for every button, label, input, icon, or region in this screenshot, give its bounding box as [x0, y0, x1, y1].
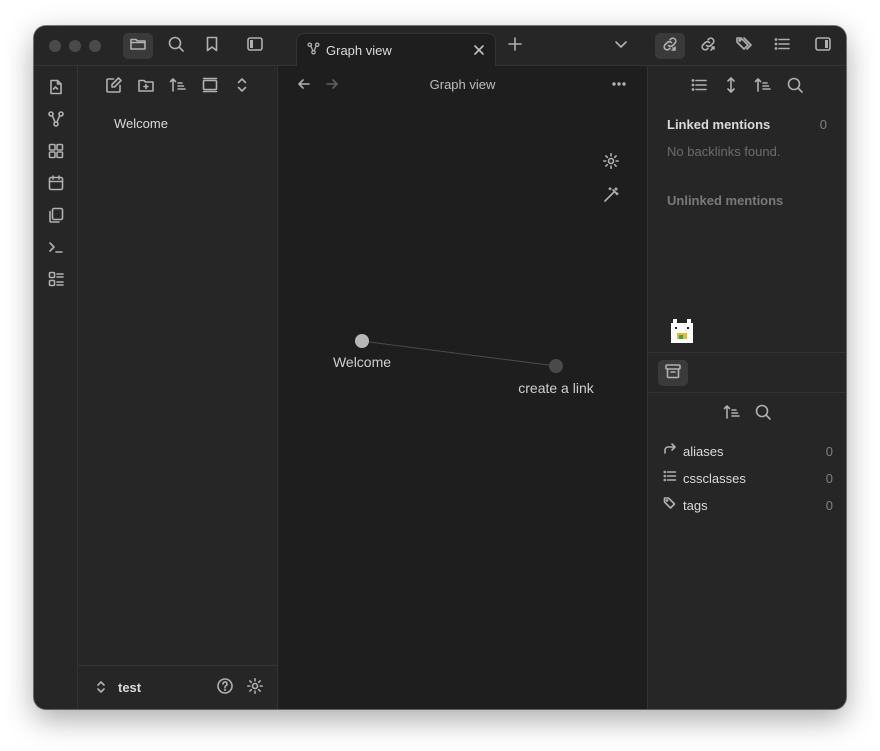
bookmarks-button[interactable]: [197, 33, 227, 59]
sort-button[interactable]: [167, 76, 189, 98]
property-label: cssclasses: [683, 470, 746, 486]
collapse-results-button[interactable]: [688, 76, 710, 98]
list-icon: [663, 469, 677, 488]
list-icon: [690, 76, 708, 99]
property-row-cssclasses[interactable]: cssclasses 0: [663, 468, 833, 488]
unlinked-mentions-title[interactable]: Unlinked mentions: [667, 193, 783, 208]
sort-icon: [754, 76, 772, 99]
new-tab-button[interactable]: [500, 33, 530, 59]
new-folder-button[interactable]: [135, 76, 157, 98]
expand-vertical-icon: [722, 76, 740, 99]
vault-switcher: test: [78, 665, 278, 709]
search-icon: [786, 76, 804, 99]
search-button[interactable]: [161, 33, 191, 59]
property-count: 0: [825, 443, 833, 459]
file-item[interactable]: Welcome: [114, 116, 168, 131]
sort-button[interactable]: [752, 76, 774, 98]
bookmark-icon: [203, 35, 221, 58]
backlinks-icon: [661, 35, 679, 58]
property-row-aliases[interactable]: aliases 0: [663, 441, 833, 461]
new-note-icon: [105, 76, 123, 99]
new-folder-icon: [137, 76, 155, 99]
sort-icon: [723, 403, 741, 426]
property-label: tags: [683, 497, 708, 513]
collapse-icon: [201, 76, 219, 99]
divider: [648, 392, 846, 393]
folder-icon: [129, 35, 147, 58]
canvas-icon[interactable]: [46, 141, 66, 161]
search-icon: [754, 403, 772, 426]
chevron-down-icon: [613, 36, 629, 57]
linked-mentions-title[interactable]: Linked mentions: [667, 117, 770, 132]
tab-list-button[interactable]: [606, 33, 636, 59]
outgoing-links-icon: [699, 35, 717, 58]
bases-icon[interactable]: [46, 269, 66, 289]
right-sidebar: Linked mentions 0 No backlinks found. Un…: [647, 66, 846, 709]
collapse-all-button[interactable]: [199, 76, 221, 98]
search-icon: [167, 35, 185, 58]
alias-icon: [663, 442, 677, 461]
sidebar-left-icon: [246, 35, 264, 58]
file-explorer-button[interactable]: [123, 33, 153, 59]
outgoing-links-tab-button[interactable]: [693, 33, 723, 59]
no-backlinks-text: No backlinks found.: [667, 144, 781, 159]
graph-view[interactable]: Graph view Welcome create a link: [278, 66, 647, 709]
toggle-right-sidebar-button[interactable]: [808, 33, 838, 59]
search-filter-button[interactable]: [784, 76, 806, 98]
property-row-tags[interactable]: tags 0: [663, 495, 833, 515]
command-palette-icon[interactable]: [46, 237, 66, 257]
sort-icon: [169, 76, 187, 99]
maximize-window-button[interactable]: [89, 40, 101, 52]
ribbon: [34, 66, 78, 709]
divider: [648, 352, 846, 353]
property-count: 0: [825, 497, 833, 513]
graph-node-label: Welcome: [333, 354, 391, 370]
help-icon[interactable]: [216, 677, 234, 700]
graph-node-create-a-link[interactable]: [549, 359, 563, 373]
search-properties-button[interactable]: [752, 403, 774, 425]
graph-icon: [307, 41, 320, 60]
settings-icon[interactable]: [246, 677, 264, 700]
vault-name[interactable]: test: [118, 680, 141, 695]
archive-icon: [664, 362, 682, 385]
all-properties-tab-button[interactable]: [658, 360, 688, 386]
tags-icon: [735, 35, 753, 58]
property-label: aliases: [683, 443, 724, 459]
show-more-context-button[interactable]: [720, 76, 742, 98]
linked-mentions-count: 0: [819, 117, 827, 132]
graph-node-welcome[interactable]: [355, 334, 369, 348]
sidebar-right-icon: [814, 35, 832, 58]
new-note-button[interactable]: [103, 76, 125, 98]
templates-icon[interactable]: [46, 205, 66, 225]
open-quick-switcher-icon[interactable]: [46, 77, 66, 97]
graph-edge: [361, 340, 557, 367]
title-bar: Graph view: [34, 26, 846, 67]
chevron-up-down-icon[interactable]: [94, 680, 108, 699]
graph-icon[interactable]: [46, 109, 66, 129]
file-explorer: Welcome test: [78, 66, 278, 709]
tab-label: Graph view: [326, 43, 392, 58]
daily-note-icon[interactable]: [46, 173, 66, 193]
close-icon[interactable]: [471, 42, 487, 58]
tab-graph-view[interactable]: Graph view: [296, 33, 496, 67]
minimize-window-button[interactable]: [69, 40, 81, 52]
backlinks-tab-button[interactable]: [655, 33, 685, 59]
tags-icon: [663, 496, 677, 515]
tags-tab-button[interactable]: [729, 33, 759, 59]
expand-icon: [233, 76, 251, 99]
outline-icon: [773, 35, 791, 58]
expand-all-button[interactable]: [231, 76, 253, 98]
close-window-button[interactable]: [49, 40, 61, 52]
sort-properties-button[interactable]: [721, 403, 743, 425]
pixel-cat-icon: [669, 319, 695, 348]
graph-node-label: create a link: [518, 380, 594, 396]
toggle-left-sidebar-button[interactable]: [240, 33, 270, 59]
outline-tab-button[interactable]: [767, 33, 797, 59]
plus-icon: [507, 36, 523, 57]
app-window: Graph view Welcome test Graph view Welco…: [34, 26, 846, 709]
property-count: 0: [825, 470, 833, 486]
graph-canvas[interactable]: Welcome create a link: [278, 66, 647, 709]
